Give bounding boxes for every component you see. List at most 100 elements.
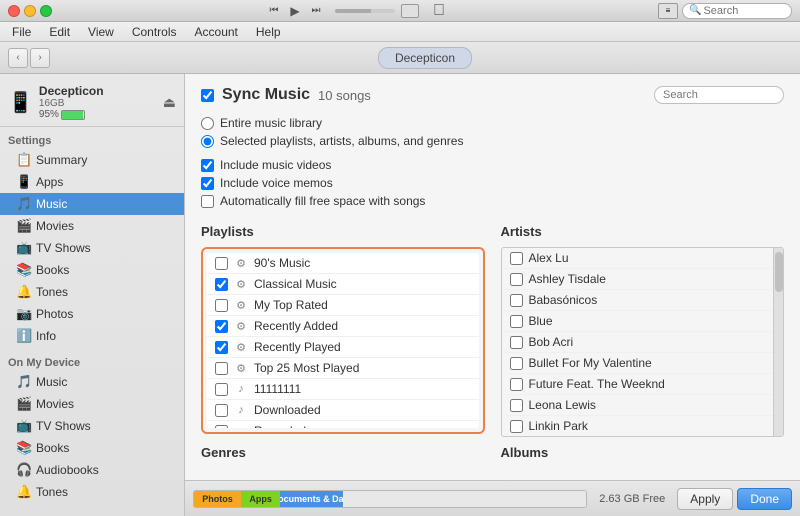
list-item[interactable]: ⚙ 90's Music — [207, 253, 479, 274]
forward-nav-button[interactable]: › — [30, 48, 50, 68]
menu-account[interactable]: Account — [187, 23, 246, 41]
device-name: Decepticon — [39, 84, 104, 98]
menu-file[interactable]: File — [4, 23, 39, 41]
artist-check-6[interactable] — [510, 378, 523, 391]
sidebar-item-device-tones[interactable]: 🔔 Tones — [0, 481, 184, 503]
check-videos[interactable] — [201, 159, 214, 172]
artists-container: Alex Lu Ashley Tisdale Babasónicos — [501, 247, 785, 437]
sync-search-box[interactable] — [654, 86, 784, 104]
artists-title: Artists — [501, 224, 785, 239]
artist-check-8[interactable] — [510, 420, 523, 433]
sidebar-label-apps: Apps — [36, 175, 63, 189]
bottom-bar: Photos Apps Documents & Data 2.63 GB Fre… — [185, 480, 800, 516]
minimize-button[interactable] — [24, 5, 36, 17]
artist-check-4[interactable] — [510, 336, 523, 349]
eject-button[interactable]: ⏏ — [163, 94, 176, 111]
sidebar-item-music[interactable]: 🎵 Music — [0, 193, 184, 215]
sidebar-item-device-music[interactable]: 🎵 Music — [0, 371, 184, 393]
sidebar-item-summary[interactable]: 📋 Summary — [0, 149, 184, 171]
play-button[interactable]: ▶ — [285, 3, 305, 19]
rewind-button[interactable]: ⏮ — [265, 4, 283, 18]
check-autofill[interactable] — [201, 195, 214, 208]
search-input[interactable] — [703, 5, 793, 17]
battery-fill — [62, 111, 83, 119]
list-item[interactable]: ⚙ My Top Rated — [207, 295, 479, 316]
check-memos[interactable] — [201, 177, 214, 190]
sidebar-item-device-tvshows[interactable]: 📺 TV Shows — [0, 415, 184, 437]
artists-scrollbar[interactable] — [773, 248, 783, 436]
sidebar-item-device-movies[interactable]: 🎬 Movies — [0, 393, 184, 415]
radio-selected-input[interactable] — [201, 135, 214, 148]
done-button[interactable]: Done — [737, 488, 792, 510]
sidebar-item-tones[interactable]: 🔔 Tones — [0, 281, 184, 303]
list-item[interactable]: Blue — [502, 311, 774, 332]
sidebar-label-books: Books — [36, 263, 69, 277]
storage-docs: Documents & Data — [280, 491, 343, 507]
nav-arrows: ‹ › — [8, 48, 50, 68]
radio-entire: Entire music library — [201, 116, 784, 130]
sync-music-checkbox[interactable] — [201, 89, 214, 102]
sync-title: Sync Music — [222, 86, 310, 104]
search-box[interactable]: 🔍 — [682, 3, 792, 19]
artist-check-2[interactable] — [510, 294, 523, 307]
screen-button[interactable] — [401, 4, 419, 18]
sidebar-item-info[interactable]: ℹ️ Info — [0, 325, 184, 347]
playlists-section: Playlists ⚙ 90's Music ⚙ Classical Music — [201, 224, 485, 437]
maximize-button[interactable] — [40, 5, 52, 17]
menu-help[interactable]: Help — [248, 23, 289, 41]
playlist-check-6[interactable] — [215, 383, 228, 396]
sidebar-item-tvshows[interactable]: 📺 TV Shows — [0, 237, 184, 259]
sidebar-item-books[interactable]: 📚 Books — [0, 259, 184, 281]
sidebar-item-apps[interactable]: 📱 Apps — [0, 171, 184, 193]
artist-label-7: Leona Lewis — [529, 398, 596, 412]
list-item[interactable]: Ashley Tisdale — [502, 269, 774, 290]
playlist-check-7[interactable] — [215, 404, 228, 417]
menu-view[interactable]: View — [80, 23, 122, 41]
playlist-check-2[interactable] — [215, 299, 228, 312]
list-item[interactable]: Bullet For My Valentine — [502, 353, 774, 374]
menu-controls[interactable]: Controls — [124, 23, 185, 41]
playlist-check-5[interactable] — [215, 362, 228, 375]
list-item[interactable]: Future Feat. The Weeknd — [502, 374, 774, 395]
apply-button[interactable]: Apply — [677, 488, 733, 510]
list-item[interactable]: ⚙ Recently Added — [207, 316, 479, 337]
artist-check-0[interactable] — [510, 252, 523, 265]
forward-button[interactable]: ⏭ — [307, 4, 325, 18]
close-button[interactable] — [8, 5, 20, 17]
list-item[interactable]: ♪ 11111111 — [207, 379, 479, 400]
window-controls[interactable] — [8, 5, 52, 17]
list-item[interactable]: Bob Acri — [502, 332, 774, 353]
list-item[interactable]: Linkin Park — [502, 416, 774, 436]
artist-check-1[interactable] — [510, 273, 523, 286]
artist-check-7[interactable] — [510, 399, 523, 412]
playlist-check-4[interactable] — [215, 341, 228, 354]
device-tab[interactable]: Decepticon — [378, 47, 472, 69]
sidebar-item-photos[interactable]: 📷 Photos — [0, 303, 184, 325]
list-item[interactable]: ♪ Downloaded — [207, 400, 479, 421]
volume-slider[interactable] — [335, 9, 395, 13]
sidebar-item-movies[interactable]: 🎬 Movies — [0, 215, 184, 237]
list-item[interactable]: ⚙ Classical Music — [207, 274, 479, 295]
view-list-button[interactable]: ≡ — [658, 3, 678, 19]
playlist-check-3[interactable] — [215, 320, 228, 333]
sync-search-input[interactable] — [663, 89, 775, 101]
sidebar-label-tones: Tones — [36, 285, 68, 299]
playlist-check-0[interactable] — [215, 257, 228, 270]
battery-percent: 95% — [39, 109, 59, 120]
playlist-check-8[interactable] — [215, 425, 228, 429]
list-item[interactable]: ♪ Recorded — [207, 421, 479, 428]
radio-entire-input[interactable] — [201, 117, 214, 130]
back-button[interactable]: ‹ — [8, 48, 28, 68]
sidebar-item-device-audiobooks[interactable]: 🎧 Audiobooks — [0, 459, 184, 481]
menu-edit[interactable]: Edit — [41, 23, 78, 41]
list-item[interactable]: Alex Lu — [502, 248, 774, 269]
list-item[interactable]: Leona Lewis — [502, 395, 774, 416]
sidebar-item-device-books[interactable]: 📚 Books — [0, 437, 184, 459]
list-item[interactable]: Babasónicos — [502, 290, 774, 311]
list-item[interactable]: ⚙ Recently Played — [207, 337, 479, 358]
list-item[interactable]: ⚙ Top 25 Most Played — [207, 358, 479, 379]
artist-check-5[interactable] — [510, 357, 523, 370]
playlist-check-1[interactable] — [215, 278, 228, 291]
artist-check-3[interactable] — [510, 315, 523, 328]
storage-apps: Apps — [241, 491, 280, 507]
